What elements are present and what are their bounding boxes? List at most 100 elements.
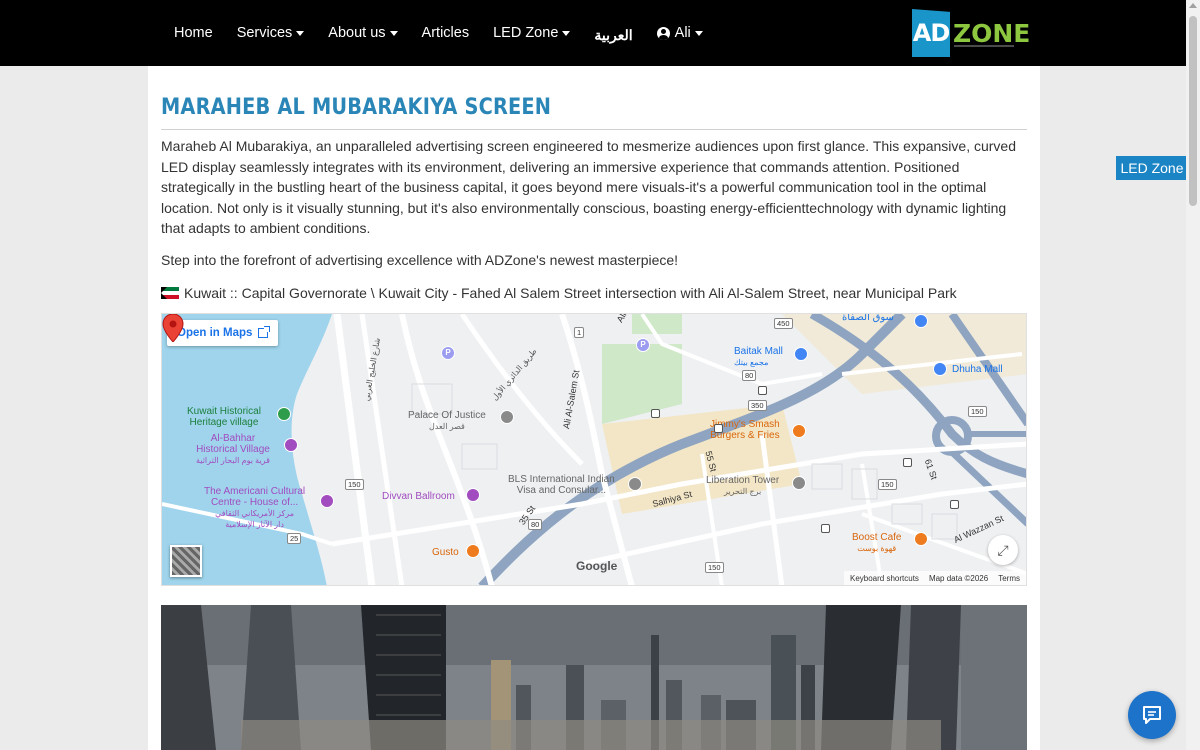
fullscreen-button[interactable]: ⤢ [988, 535, 1018, 565]
label-boost-text: Boost Cafe [852, 532, 902, 543]
map-pin-icon[interactable] [162, 314, 184, 342]
location-line: Kuwait :: Capital Governorate \ Kuwait C… [161, 285, 957, 301]
museum-poi-icon[interactable] [320, 494, 334, 508]
external-link-icon [258, 326, 271, 338]
logo-underline [954, 45, 1014, 47]
nav-about-us[interactable]: About us [316, 0, 409, 66]
chat-bubble-icon [1143, 706, 1161, 724]
scroll-up-arrow-icon[interactable] [1189, 3, 1197, 8]
nav-home-label: Home [174, 25, 213, 41]
nav-user-label: Ali [674, 25, 691, 41]
road-badge: 350 [748, 400, 767, 411]
cafe-poi-icon[interactable] [914, 532, 928, 546]
bus-stop-icon [758, 386, 767, 395]
road-badge: 150 [705, 562, 724, 573]
logo-zone-text: ZONE [953, 18, 1031, 48]
label-palace-justice-ar: قصر العدل [428, 422, 465, 431]
adzone-logo[interactable]: AD ZONE [912, 8, 1030, 58]
kuwait-flag-icon [161, 287, 179, 299]
nav-arabic-label: العربية [594, 26, 633, 43]
nav-articles-label: Articles [421, 25, 470, 41]
nav-user-menu[interactable]: Ali [645, 0, 715, 66]
open-in-maps-label: Open in Maps [177, 327, 253, 339]
restaurant-poi-icon[interactable] [466, 544, 480, 558]
shopping-poi-icon[interactable] [794, 347, 808, 361]
fullscreen-icon: ⤢ [997, 541, 1009, 558]
nav-led-zone[interactable]: LED Zone [481, 0, 582, 66]
label-baitak-text: Baitak Mall [734, 346, 783, 357]
venue-poi-icon[interactable] [466, 488, 480, 502]
page-scrollbar[interactable] [1186, 0, 1200, 750]
user-circle-icon [656, 26, 670, 40]
museum-poi-icon[interactable] [284, 438, 298, 452]
office-poi-icon[interactable] [628, 477, 642, 491]
label-americani: The Americani Cultural Centre - House of… [204, 486, 305, 530]
nav-led-zone-label: LED Zone [493, 25, 559, 41]
content-card: MARAHEB AL MUBARAKIYA SCREEN Maraheb Al … [148, 66, 1040, 750]
label-bls-international: BLS International Indian Visa and Consul… [508, 474, 615, 496]
label-liberation-tower: Liberation Tower برج التحرير [706, 475, 779, 497]
caret-down-icon [562, 30, 571, 36]
bus-stop-icon [651, 409, 660, 418]
bus-stop-icon [903, 458, 912, 467]
label-boost-ar: قهوة بوست [857, 544, 897, 553]
top-navbar: Home Services About us Articles LED Zone… [0, 0, 1200, 66]
label-americani-text: The Americani Cultural Centre - House of… [204, 486, 306, 508]
shopping-poi-icon[interactable] [933, 362, 947, 376]
label-palace-of-justice: Palace Of Justice قصر العدل [408, 410, 486, 432]
keyboard-shortcuts-link[interactable]: Keyboard shortcuts [850, 574, 919, 583]
page-title: MARAHEB AL MUBARAKIYA SCREEN [161, 94, 552, 120]
label-palace-justice-text: Palace Of Justice [408, 410, 486, 421]
landmark-poi-icon[interactable] [792, 476, 806, 490]
nav-services[interactable]: Services [225, 0, 317, 66]
nav-language-arabic[interactable]: العربية [582, 0, 644, 66]
label-al-bahhar-ar: قرية بوم البحار التراثية [196, 456, 270, 465]
heritage-poi-icon[interactable] [277, 407, 291, 421]
nav-articles[interactable]: Articles [410, 0, 482, 66]
label-al-bahhar-text: Al-Bahhar Historical Village [196, 433, 270, 455]
led-zone-side-tab[interactable]: LED Zone [1116, 156, 1188, 180]
label-boost-cafe: Boost Cafe قهوة بوست [852, 532, 901, 554]
caret-down-icon [296, 30, 305, 36]
government-poi-icon[interactable] [500, 410, 514, 424]
satellite-toggle-button[interactable] [170, 545, 202, 577]
bus-stop-icon [714, 424, 723, 433]
parking-icon: P [636, 338, 650, 352]
location-map[interactable]: Open in Maps Kuwait Historical Heritage … [161, 313, 1027, 586]
road-badge: 25 [287, 533, 302, 544]
label-safat-souq: سوق الصفاة [842, 313, 894, 323]
scrollbar-thumb[interactable] [1189, 16, 1197, 206]
terms-link[interactable]: Terms [998, 574, 1020, 583]
logo-ad-mark: AD [912, 9, 950, 57]
nav-services-label: Services [236, 25, 293, 41]
road-badge: 1 [574, 327, 585, 338]
road-badge: 150 [968, 406, 987, 417]
label-liberation-text: Liberation Tower [706, 475, 780, 486]
tagline: Step into the forefront of advertising e… [161, 252, 679, 268]
map-attribution: Keyboard shortcuts Map data ©2026 Terms [844, 571, 1026, 585]
bus-stop-icon [821, 524, 830, 533]
screen-photo [161, 605, 1027, 750]
label-divvan-ballroom: Divvan Ballroom [382, 491, 455, 502]
chat-button[interactable] [1128, 691, 1176, 739]
google-logo: Google [576, 559, 618, 573]
parking-icon: P [441, 346, 455, 360]
title-divider [161, 129, 1027, 130]
location-text: Kuwait :: Capital Governorate \ Kuwait C… [184, 285, 957, 301]
caret-down-icon [389, 30, 398, 36]
nav-about-label: About us [328, 25, 386, 41]
map-data-text: Map data ©2026 [928, 573, 989, 583]
label-al-bahhar: Al-Bahhar Historical Village قرية بوم الب… [196, 433, 270, 466]
label-baitak-ar: مجمع بيتك [734, 358, 769, 367]
label-gusto: Gusto [432, 547, 459, 558]
road-badge: 450 [774, 318, 793, 329]
label-kuwait-heritage: Kuwait Historical Heritage village [187, 406, 261, 428]
label-liberation-ar: برج التحرير [723, 487, 762, 496]
nav-home[interactable]: Home [162, 0, 225, 66]
screen-description: Maraheb Al Mubarakiya, an unparalleled a… [161, 138, 1017, 237]
shopping-poi-icon[interactable] [914, 314, 928, 328]
label-dhuha-mall: Dhuha Mall [952, 364, 1003, 375]
nav-links: Home Services About us Articles LED Zone… [162, 0, 715, 66]
caret-down-icon [694, 30, 703, 36]
restaurant-poi-icon[interactable] [792, 424, 806, 438]
